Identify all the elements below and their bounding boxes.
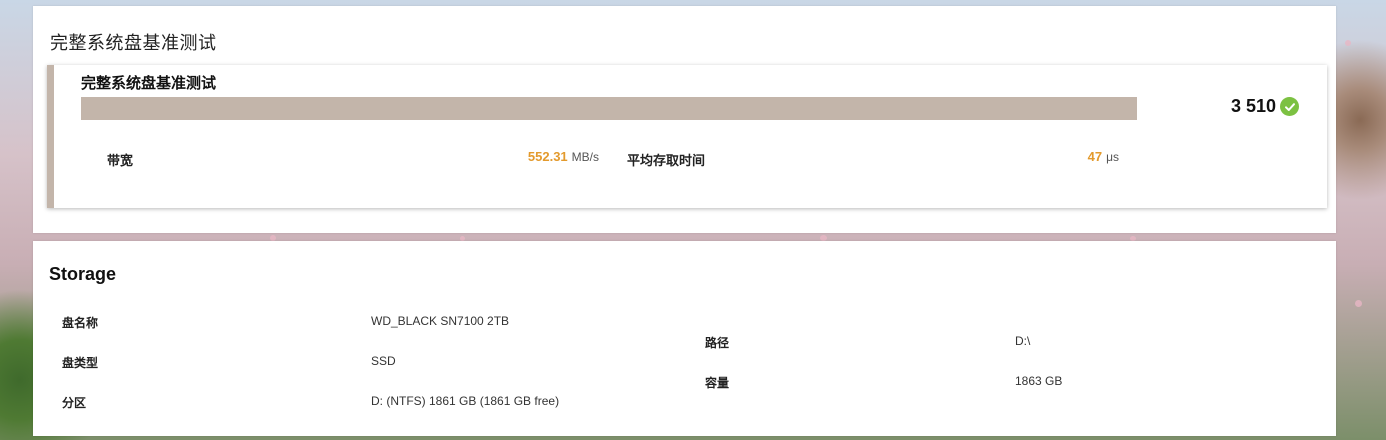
storage-title: Storage xyxy=(49,264,117,284)
path-label: 路径 xyxy=(705,336,730,350)
benchmark-result-card: 完整系统盘基准测试 3 510 带宽 552.31 MB/s 平均存取时间 47 μ… xyxy=(47,65,1327,208)
access-time-number: 47 xyxy=(1087,149,1103,164)
capacity-label: 容量 xyxy=(705,376,730,390)
bandwidth-value: 552.31 MB/s xyxy=(528,149,599,164)
check-circle-icon xyxy=(1280,97,1299,116)
score-progress-bar xyxy=(81,97,1137,120)
score-progress-fill xyxy=(81,97,1137,120)
bandwidth-label: 带宽 xyxy=(107,154,134,169)
panel-title: 完整系统盘基准测试 xyxy=(50,33,217,54)
access-time-label: 平均存取时间 xyxy=(627,154,706,169)
partition-label: 分区 xyxy=(62,396,87,410)
score: 3 510 xyxy=(1231,96,1299,117)
access-time-unit: μs xyxy=(1106,150,1119,164)
bandwidth-unit: MB/s xyxy=(571,150,599,164)
bandwidth-number: 552.31 xyxy=(527,149,568,164)
capacity-value: 1863 GB xyxy=(1015,374,1063,388)
score-value: 3 510 xyxy=(1230,96,1276,116)
path-value: D:\ xyxy=(1015,334,1031,348)
access-time-value: 47 μs xyxy=(1088,149,1119,164)
drive-name-value: WD_BLACK SN7100 2TB xyxy=(371,314,510,328)
partition-value: D: (NTFS) 1861 GB (1861 GB free) xyxy=(371,394,560,408)
drive-type-label: 盘类型 xyxy=(62,356,99,370)
drive-type-value: SSD xyxy=(371,354,396,368)
benchmark-panel: 完整系统盘基准测试 完整系统盘基准测试 3 510 带宽 552.31 MB/s … xyxy=(33,6,1336,233)
drive-name-label: 盘名称 xyxy=(62,316,99,330)
card-title: 完整系统盘基准测试 xyxy=(81,74,217,92)
storage-panel: Storage 盘名称 WD_BLACK SN7100 2TB 盘类型 SSD … xyxy=(33,241,1336,436)
